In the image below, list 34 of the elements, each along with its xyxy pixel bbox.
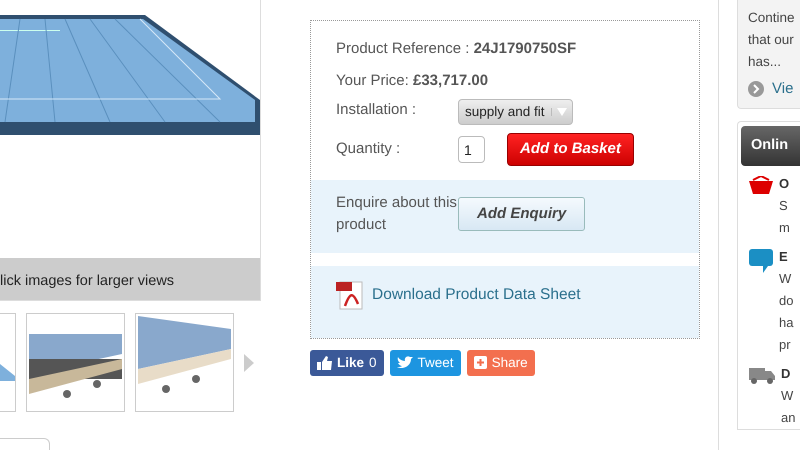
thumbnail-image[interactable] (135, 313, 234, 412)
next-arrow-icon[interactable] (244, 354, 254, 372)
service-description: W an (781, 386, 796, 427)
thumbnail-image[interactable] (0, 313, 16, 412)
installation-dropdown[interactable]: supply and fit (458, 99, 573, 126)
truck-icon (749, 366, 775, 384)
service-description: S m (779, 196, 790, 237)
share-button[interactable]: Share (466, 350, 535, 376)
like-button[interactable]: Like 0 (310, 350, 384, 376)
installation-label: Installation : (336, 100, 418, 120)
chevron-circle-icon (748, 81, 764, 97)
thumbs-up-icon (317, 356, 332, 370)
news-snippet: Contine that our has... (748, 9, 796, 71)
download-link[interactable]: Download Product Data Sheet (372, 283, 581, 306)
enquire-text: Enquire about this product (336, 192, 458, 235)
view-link[interactable]: Vie (772, 78, 794, 100)
product-price: Your Price: £33,717.00 (336, 70, 488, 90)
gallery-caption: lick images for larger views (0, 258, 260, 300)
add-enquiry-button[interactable]: Add Enquiry (458, 196, 586, 231)
service-heading: D (781, 364, 792, 383)
service-description: W do ha pr (779, 270, 794, 354)
service-heading: O (779, 174, 790, 193)
service-heading: E (779, 248, 789, 266)
tweet-button[interactable]: Tweet (390, 350, 461, 376)
thumbnail-image[interactable] (26, 313, 125, 412)
plus-icon (474, 356, 487, 370)
basket-icon (749, 176, 773, 194)
bird-icon (396, 356, 413, 370)
add-to-basket-button[interactable]: Add to Basket (507, 133, 634, 166)
online-panel-title: Onlin (741, 126, 800, 166)
speech-bubble-icon (749, 248, 773, 273)
quantity-input[interactable]: 1 (458, 136, 485, 163)
product-reference: Product Reference : 24J1790750SF (336, 39, 576, 59)
quantity-label: Quantity : (336, 139, 402, 160)
